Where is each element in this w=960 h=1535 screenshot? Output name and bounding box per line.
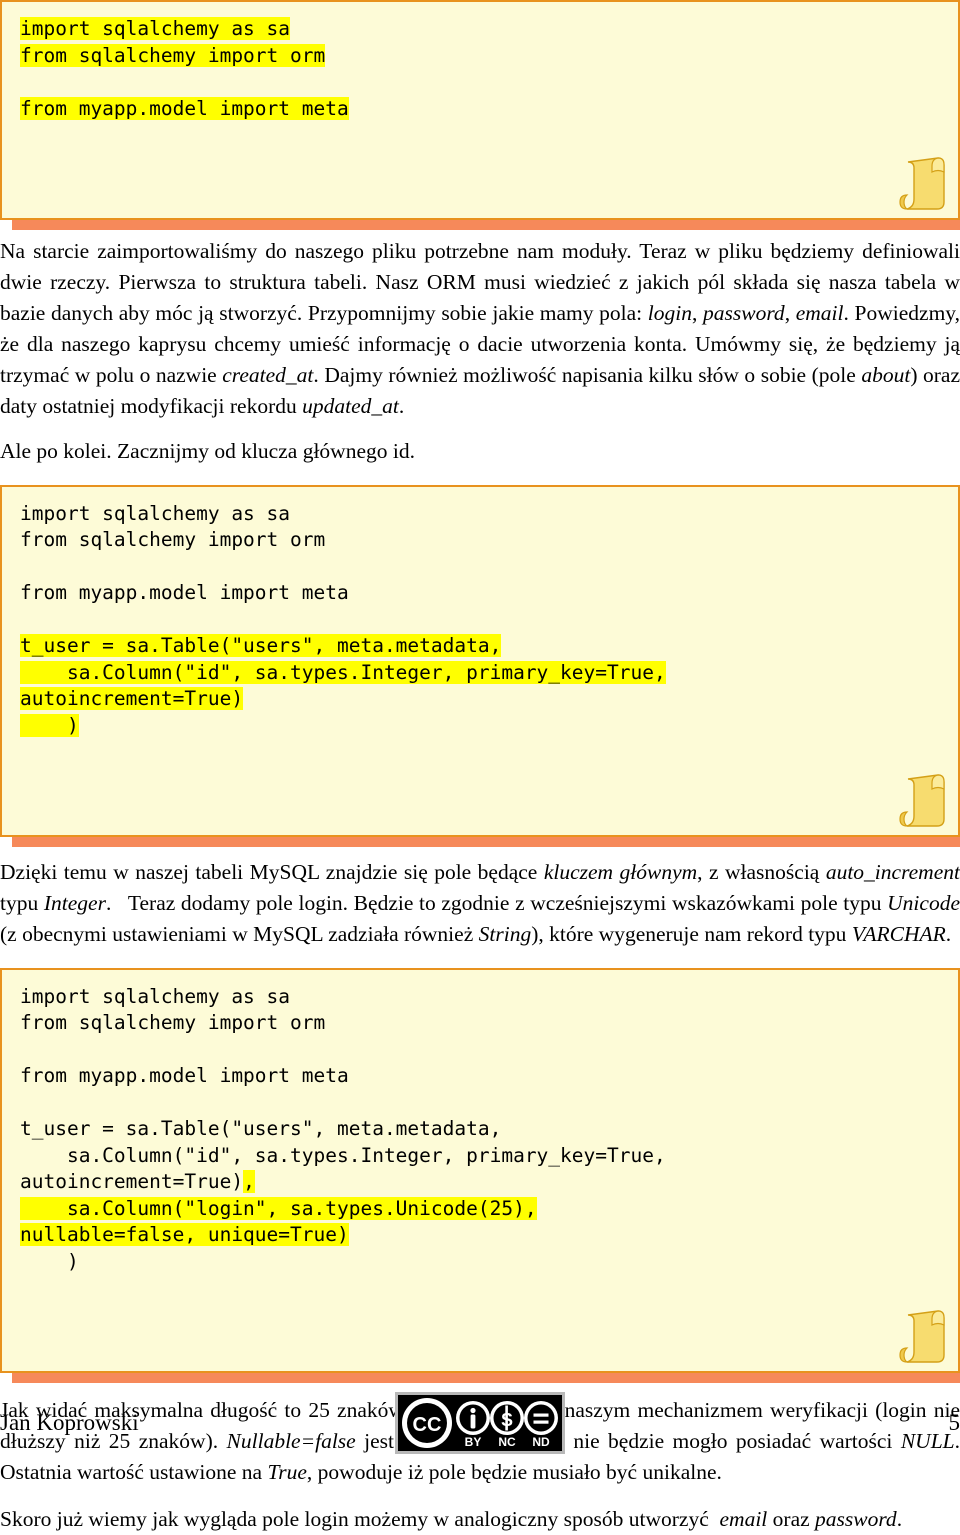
page-footer: Jan Koprowski CC S BY NC <box>0 1387 960 1459</box>
cc-term-by: BY <box>465 1435 482 1449</box>
cc-label: CC <box>413 1414 442 1436</box>
code-text: import sqlalchemy as sa <box>20 502 290 525</box>
code-highlight: autoincrement=True) <box>20 687 243 710</box>
scroll-icon <box>894 1305 950 1367</box>
code-block-3: import sqlalchemy as sa from sqlalchemy i… <box>0 968 960 1373</box>
code-line: from sqlalchemy import orm <box>20 43 940 70</box>
code-highlight: nullable=false, unique=True) <box>20 1223 349 1246</box>
page-number: 5 <box>949 1410 960 1435</box>
code-line: t_user = sa.Table("users", meta.metadata… <box>20 633 940 660</box>
code-line: from myapp.model import meta <box>20 96 940 123</box>
code-block-2: import sqlalchemy as sa from sqlalchemy i… <box>0 485 960 837</box>
code-text: autoincrement=True) <box>20 1170 243 1193</box>
code-line: from myapp.model import meta <box>20 580 940 607</box>
code-line: import sqlalchemy as sa <box>20 501 940 528</box>
code-line <box>20 607 940 634</box>
code-line: import sqlalchemy as sa <box>20 16 940 43</box>
footer-page-slot: 5 <box>780 1410 960 1436</box>
scroll-icon <box>894 152 950 214</box>
scroll-icon <box>894 769 950 831</box>
paragraph-intro: Na starcie zaimportowaliśmy do naszego p… <box>0 236 960 422</box>
footer-author-slot: Jan Koprowski <box>0 1410 180 1436</box>
code-line: from sqlalchemy import orm <box>20 1010 940 1037</box>
code-line: sa.Column("id", sa.types.Integer, primar… <box>20 660 940 687</box>
code-line <box>20 1090 940 1117</box>
code-text: ) <box>20 1250 79 1273</box>
code-line: from myapp.model import meta <box>20 1063 940 1090</box>
paragraph-group-1: Na starcie zaimportowaliśmy do naszego p… <box>0 236 960 467</box>
document-page: import sqlalchemy as sa from sqlalchemy i… <box>0 0 960 1473</box>
code-text: sa.Column("id", sa.types.Integer, primar… <box>20 1144 666 1167</box>
code-line: ) <box>20 1249 940 1276</box>
code-text: from sqlalchemy import orm <box>20 528 325 551</box>
paragraph-primary-key-explained: Dzięki temu w naszej tabeli MySQL znajdz… <box>0 857 960 950</box>
code-line: from sqlalchemy import orm <box>20 527 940 554</box>
paragraph-email-password: Skoro już wiemy jak wygląda pole login m… <box>0 1504 960 1535</box>
cc-by-nc-nd-badge-icon: CC S BY NC ND <box>395 1392 565 1454</box>
code-highlight: sa.Column("id", sa.types.Integer, primar… <box>20 661 666 684</box>
code-line: sa.Column("id", sa.types.Integer, primar… <box>20 1143 940 1170</box>
cc-term-nd: ND <box>532 1435 550 1449</box>
code-line <box>20 554 940 581</box>
cc-term-nc: NC <box>498 1435 516 1449</box>
code-block-3-wrapper: import sqlalchemy as sa from sqlalchemy i… <box>0 968 960 1373</box>
code-block-1: import sqlalchemy as sa from sqlalchemy i… <box>0 0 960 220</box>
code-line <box>20 1037 940 1064</box>
code-line: sa.Column("login", sa.types.Unicode(25), <box>20 1196 940 1223</box>
code-line: import sqlalchemy as sa <box>20 984 940 1011</box>
code-line: t_user = sa.Table("users", meta.metadata… <box>20 1116 940 1143</box>
code-highlight: t_user = sa.Table("users", meta.metadata… <box>20 634 501 657</box>
footer-author: Jan Koprowski <box>0 1410 139 1435</box>
paragraph-ale-po-kolei: Ale po kolei. Zacznijmy od klucza główne… <box>0 436 960 467</box>
code-text: import sqlalchemy as sa <box>20 985 290 1008</box>
code-highlight: from myapp.model import meta <box>20 97 349 120</box>
code-text: t_user = sa.Table("users", meta.metadata… <box>20 1117 501 1140</box>
code-highlight: from sqlalchemy import orm <box>20 44 325 67</box>
code-text: from sqlalchemy import orm <box>20 1011 325 1034</box>
code-line: nullable=false, unique=True) <box>20 1222 940 1249</box>
code-text: from myapp.model import meta <box>20 581 349 604</box>
code-line <box>20 69 940 96</box>
code-highlight: import sqlalchemy as sa <box>20 17 290 40</box>
code-line: autoincrement=True) <box>20 686 940 713</box>
code-highlight: , <box>243 1170 255 1193</box>
code-highlight: sa.Column("login", sa.types.Unicode(25), <box>20 1197 537 1220</box>
code-text: from myapp.model import meta <box>20 1064 349 1087</box>
code-block-1-wrapper: import sqlalchemy as sa from sqlalchemy i… <box>0 0 960 220</box>
code-block-2-wrapper: import sqlalchemy as sa from sqlalchemy i… <box>0 485 960 837</box>
code-highlight: ) <box>20 714 79 737</box>
code-line: ) <box>20 713 940 740</box>
paragraph-group-2: Dzięki temu w naszej tabeli MySQL znajdz… <box>0 857 960 950</box>
code-line: autoincrement=True), <box>20 1169 940 1196</box>
